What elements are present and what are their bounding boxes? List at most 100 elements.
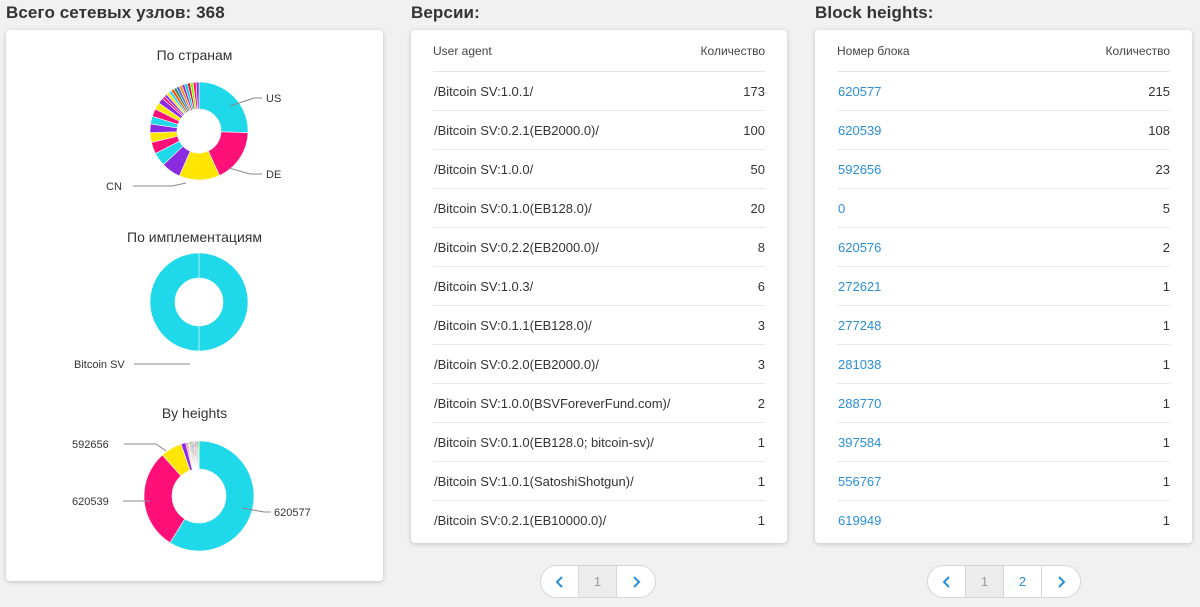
label-bitcoin-sv: Bitcoin SV: [74, 359, 125, 371]
count-cell: 100: [743, 122, 765, 138]
table-row: /Bitcoin SV:0.1.0(EB128.0)/ 20: [433, 189, 765, 228]
chevron-right-icon: [1058, 575, 1066, 588]
page-2-button[interactable]: 2: [1004, 566, 1042, 597]
block-number-link[interactable]: 281038: [837, 357, 881, 372]
table-row: /Bitcoin SV:0.2.1(EB10000.0)/ 1: [433, 501, 765, 540]
user-agent-cell: /Bitcoin SV:1.0.0/: [434, 161, 534, 177]
versions-title: Версии:: [411, 3, 480, 22]
table-row: /Bitcoin SV:0.2.0(EB2000.0)/ 3: [433, 345, 765, 384]
nodes-title: Всего сетевых узлов: 368: [6, 3, 225, 22]
user-agent-cell: /Bitcoin SV:0.2.1(EB10000.0)/: [434, 513, 607, 528]
block-number-link[interactable]: 0: [837, 201, 845, 216]
table-row: 619949 1: [837, 501, 1170, 540]
country-slice[interactable]: [198, 81, 249, 134]
chevron-right-icon: [633, 575, 641, 588]
table-row: 288770 1: [837, 384, 1170, 423]
next-page-button[interactable]: [617, 566, 655, 597]
count-cell: 2: [757, 395, 765, 411]
block-number-link[interactable]: 620539: [837, 123, 881, 138]
count-cell: 23: [1155, 161, 1170, 177]
table-row: 281038 1: [837, 345, 1170, 384]
count-cell: 2: [1162, 239, 1170, 255]
block-number-link[interactable]: 619949: [837, 513, 881, 528]
prev-page-button[interactable]: [541, 566, 579, 597]
table-row: 556767 1: [837, 462, 1170, 501]
count-cell: 5: [1162, 200, 1170, 216]
nodes-card: По странам По имплементациям By heights …: [6, 30, 383, 581]
user-agent-cell: /Bitcoin SV:0.2.1(EB2000.0)/: [434, 122, 600, 138]
label-us: US: [266, 93, 281, 105]
user-agent-cell: /Bitcoin SV:0.2.0(EB2000.0)/: [434, 356, 600, 372]
block-number-link[interactable]: 277248: [837, 318, 881, 333]
label-cn: CN: [106, 181, 122, 193]
count-cell: 6: [757, 278, 765, 294]
block-number-link[interactable]: 397584: [837, 435, 881, 450]
table-row: 397584 1: [837, 423, 1170, 462]
table-row: 620539 108: [837, 111, 1170, 150]
versions-table-header: User agent Количество: [433, 30, 765, 72]
heights-donut-chart[interactable]: [143, 440, 255, 552]
table-row: /Bitcoin SV:1.0.0/50: [433, 150, 765, 189]
user-agent-cell: /Bitcoin SV:0.2.2(EB2000.0)/: [434, 239, 600, 255]
count-cell: 50: [750, 161, 765, 177]
table-row: /Bitcoin SV:1.0.3/6: [433, 267, 765, 306]
user-agent-column-header: User agent: [433, 43, 492, 58]
count-cell: 1: [1162, 317, 1170, 333]
user-agent-cell: /Bitcoin SV:1.0.1/: [434, 83, 534, 99]
table-row: /Bitcoin SV:1.0.0(BSVForeverFund.com)/ 2: [433, 384, 765, 423]
count-cell: 173: [743, 83, 765, 99]
count-column-header: Количество: [700, 43, 765, 58]
table-row: 277248 1: [837, 306, 1170, 345]
label-de: DE: [266, 169, 281, 181]
count-cell: 1: [757, 434, 765, 450]
table-row: /Bitcoin SV:0.1.0(EB128.0; bitcoin-sv)/ 1: [433, 423, 765, 462]
table-row: /Bitcoin SV:0.1.1(EB128.0)/ 3: [433, 306, 765, 345]
count-cell: 1: [1162, 473, 1170, 489]
count-cell: 1: [1162, 278, 1170, 294]
next-page-button[interactable]: [1042, 566, 1080, 597]
count-column-header: Количество: [1105, 43, 1170, 58]
table-row: 592656 23: [837, 150, 1170, 189]
count-cell: 1: [1162, 434, 1170, 450]
page-1-button[interactable]: 1: [966, 566, 1004, 597]
chevron-left-icon: [942, 575, 950, 588]
block-number-link[interactable]: 620576: [837, 240, 881, 255]
count-cell: 1: [757, 473, 765, 489]
block-number-column-header: Номер блока: [837, 43, 910, 58]
leader-line-592656: [124, 443, 167, 452]
table-row: /Bitcoin SV:1.0.1/173: [433, 72, 765, 111]
prev-page-button[interactable]: [928, 566, 966, 597]
block-number-link[interactable]: 556767: [837, 474, 881, 489]
count-cell: 8: [757, 239, 765, 255]
block-heights-title: Block heights:: [815, 3, 934, 22]
user-agent-cell: /Bitcoin SV:0.1.0(EB128.0)/: [434, 200, 592, 216]
leader-line-cn: [133, 182, 187, 187]
block-number-link[interactable]: 272621: [837, 279, 881, 294]
implementations-donut-chart[interactable]: [149, 252, 249, 352]
user-agent-cell: /Bitcoin SV:1.0.3/: [434, 278, 534, 294]
versions-card: User agent Количество /Bitcoin SV:1.0.1/…: [411, 30, 787, 543]
table-row: /Bitcoin SV:0.2.2(EB2000.0)/ 8: [433, 228, 765, 267]
implementation-slice[interactable]: [149, 252, 249, 352]
chevron-left-icon: [555, 575, 563, 588]
count-cell: 1: [1162, 356, 1170, 372]
user-agent-cell: /Bitcoin SV:0.1.0(EB128.0; bitcoin-sv)/: [434, 434, 654, 450]
block-number-link[interactable]: 592656: [837, 162, 881, 177]
donut-charts: US DE CN Bitcoin SV 592656 620539 620577: [72, 81, 311, 552]
count-cell: 1: [1162, 513, 1170, 528]
count-cell: 1: [1162, 395, 1170, 411]
page-1-button[interactable]: 1: [579, 566, 617, 597]
block-heights-table-header: Номер блока Количество: [837, 30, 1170, 72]
count-cell: 215: [1148, 83, 1170, 99]
label-620539: 620539: [72, 496, 109, 508]
block-number-link[interactable]: 288770: [837, 396, 881, 411]
user-agent-cell: /Bitcoin SV:1.0.1(SatoshiShotgun)/: [434, 473, 634, 489]
block-heights-card: Номер блока Количество 620577 215 620539 10…: [815, 30, 1192, 543]
table-row: 620576 2: [837, 228, 1170, 267]
countries-donut-chart[interactable]: [149, 81, 249, 181]
block-number-link[interactable]: 620577: [837, 84, 881, 99]
count-cell: 108: [1148, 122, 1170, 138]
count-cell: 1: [757, 513, 765, 528]
label-592656: 592656: [72, 439, 109, 451]
count-cell: 3: [757, 356, 765, 372]
